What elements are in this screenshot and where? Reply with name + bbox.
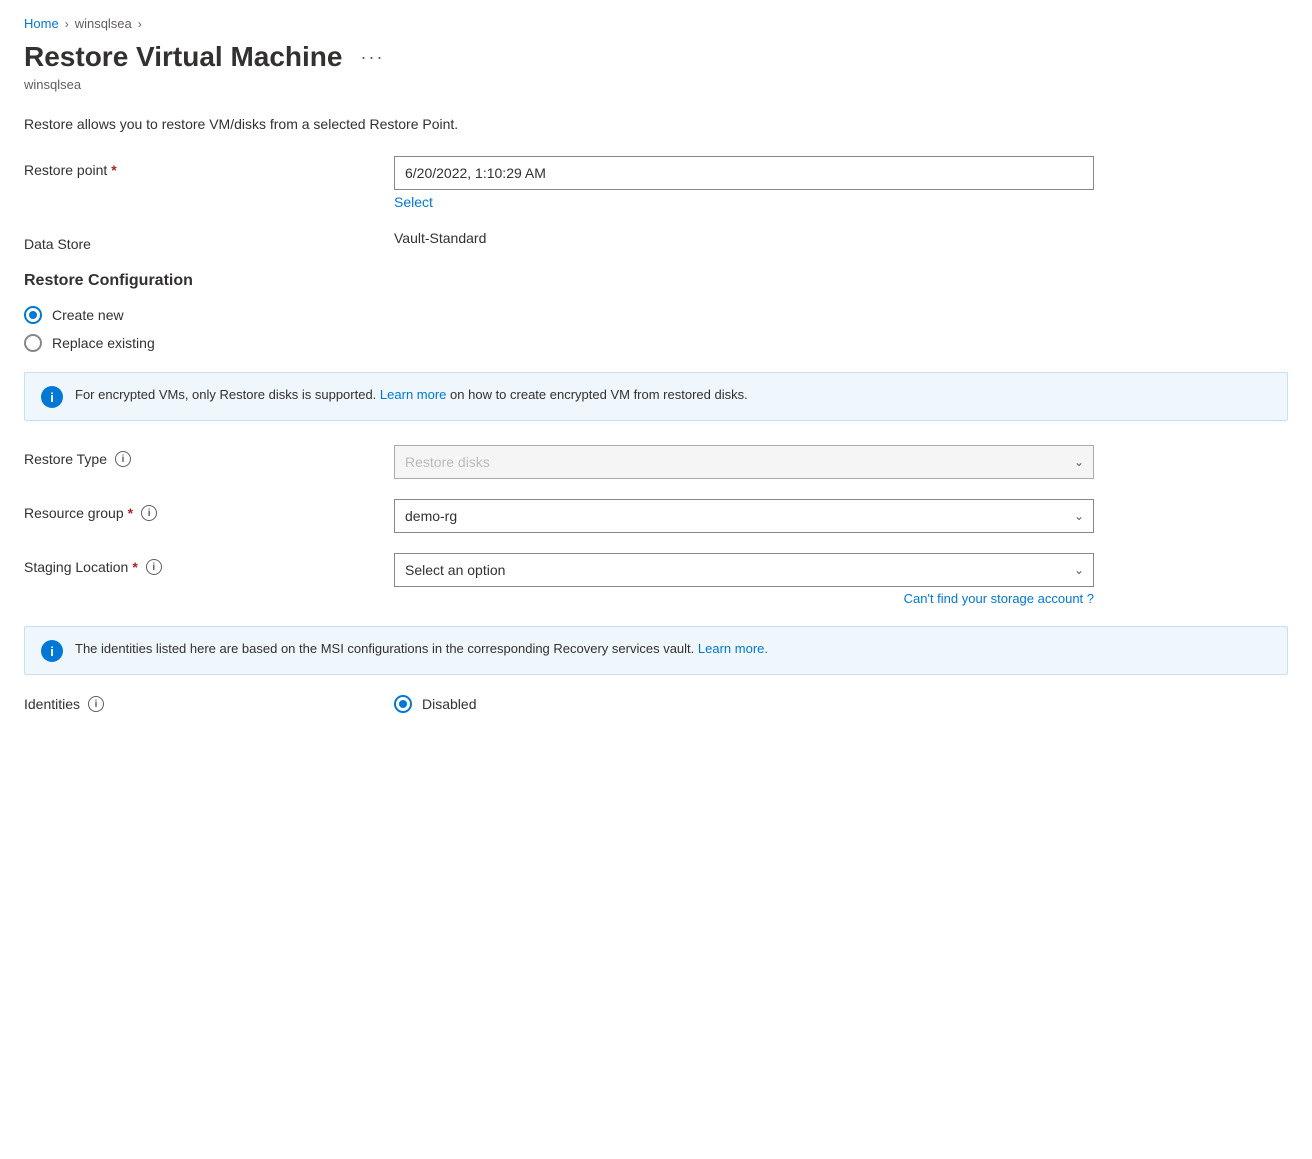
restore-point-required: * bbox=[111, 162, 116, 178]
encrypted-banner-link[interactable]: Learn more bbox=[380, 387, 446, 402]
restore-point-input[interactable] bbox=[394, 156, 1094, 190]
restore-type-select-wrapper: Restore disks ⌄ bbox=[394, 445, 1094, 479]
restore-point-label: Restore point * bbox=[24, 156, 394, 178]
identities-value: Disabled bbox=[422, 696, 476, 712]
staging-location-required: * bbox=[132, 559, 137, 575]
restore-point-select-link[interactable]: Select bbox=[394, 194, 433, 210]
identities-row: Identities i Disabled bbox=[24, 695, 1288, 713]
restore-type-select[interactable]: Restore disks bbox=[394, 445, 1094, 479]
identities-banner-text: The identities listed here are based on … bbox=[75, 639, 768, 659]
restore-config-heading: Restore Configuration bbox=[24, 272, 1288, 290]
staging-location-label: Staging Location * i bbox=[24, 553, 394, 575]
restore-point-row: Restore point * Select bbox=[24, 156, 1288, 210]
radio-replace-existing-label: Replace existing bbox=[52, 335, 155, 351]
data-store-control: Vault-Standard bbox=[394, 230, 1094, 246]
encrypted-banner-icon: i bbox=[41, 386, 63, 408]
breadcrumb-sep2: › bbox=[138, 17, 142, 31]
breadcrumb-parent[interactable]: winsqlsea bbox=[75, 16, 132, 31]
resource-group-label: Resource group * i bbox=[24, 499, 394, 521]
restore-type-row: Restore Type i Restore disks ⌄ bbox=[24, 445, 1288, 479]
page-title: Restore Virtual Machine bbox=[24, 41, 342, 73]
encrypted-vms-banner: i For encrypted VMs, only Restore disks … bbox=[24, 372, 1288, 421]
breadcrumb: Home › winsqlsea › bbox=[24, 16, 1288, 31]
resource-group-required: * bbox=[128, 505, 133, 521]
page-header: Restore Virtual Machine ··· bbox=[24, 41, 1288, 73]
restore-type-info-icon[interactable]: i bbox=[115, 451, 131, 467]
breadcrumb-home[interactable]: Home bbox=[24, 16, 59, 31]
restore-config-radio-group: Create new Replace existing bbox=[24, 306, 1288, 352]
resource-group-select[interactable]: demo-rg bbox=[394, 499, 1094, 533]
staging-location-row: Staging Location * i Select an option ⌄ … bbox=[24, 553, 1288, 606]
identities-disabled-radio[interactable] bbox=[394, 695, 412, 713]
identities-control: Disabled bbox=[394, 695, 476, 713]
page-description: Restore allows you to restore VM/disks f… bbox=[24, 116, 1288, 132]
page-subtitle: winsqlsea bbox=[24, 77, 1288, 92]
data-store-label: Data Store bbox=[24, 230, 394, 252]
data-store-row: Data Store Vault-Standard bbox=[24, 230, 1288, 252]
restore-type-control: Restore disks ⌄ bbox=[394, 445, 1094, 479]
resource-group-row: Resource group * i demo-rg ⌄ bbox=[24, 499, 1288, 533]
breadcrumb-sep1: › bbox=[65, 17, 69, 31]
resource-group-select-wrapper: demo-rg ⌄ bbox=[394, 499, 1094, 533]
resource-group-info-icon[interactable]: i bbox=[141, 505, 157, 521]
identities-banner-icon: i bbox=[41, 640, 63, 662]
page-menu-button[interactable]: ··· bbox=[354, 43, 390, 72]
radio-create-new-circle bbox=[24, 306, 42, 324]
staging-location-select-wrapper: Select an option ⌄ bbox=[394, 553, 1094, 587]
radio-create-new-label: Create new bbox=[52, 307, 124, 323]
radio-create-new[interactable]: Create new bbox=[24, 306, 1288, 324]
encrypted-banner-text: For encrypted VMs, only Restore disks is… bbox=[75, 385, 748, 405]
identities-banner: i The identities listed here are based o… bbox=[24, 626, 1288, 675]
staging-location-select[interactable]: Select an option bbox=[394, 553, 1094, 587]
radio-replace-existing[interactable]: Replace existing bbox=[24, 334, 1288, 352]
storage-account-helper-link[interactable]: Can't find your storage account ? bbox=[394, 591, 1094, 606]
data-store-value: Vault-Standard bbox=[394, 224, 486, 246]
staging-location-info-icon[interactable]: i bbox=[146, 559, 162, 575]
identities-label: Identities i bbox=[24, 696, 394, 712]
staging-location-control: Select an option ⌄ Can't find your stora… bbox=[394, 553, 1094, 606]
identities-info-icon[interactable]: i bbox=[88, 696, 104, 712]
resource-group-control: demo-rg ⌄ bbox=[394, 499, 1094, 533]
identities-banner-link[interactable]: Learn more. bbox=[698, 641, 768, 656]
restore-type-label: Restore Type i bbox=[24, 445, 394, 467]
radio-replace-existing-circle bbox=[24, 334, 42, 352]
restore-point-control: Select bbox=[394, 156, 1094, 210]
